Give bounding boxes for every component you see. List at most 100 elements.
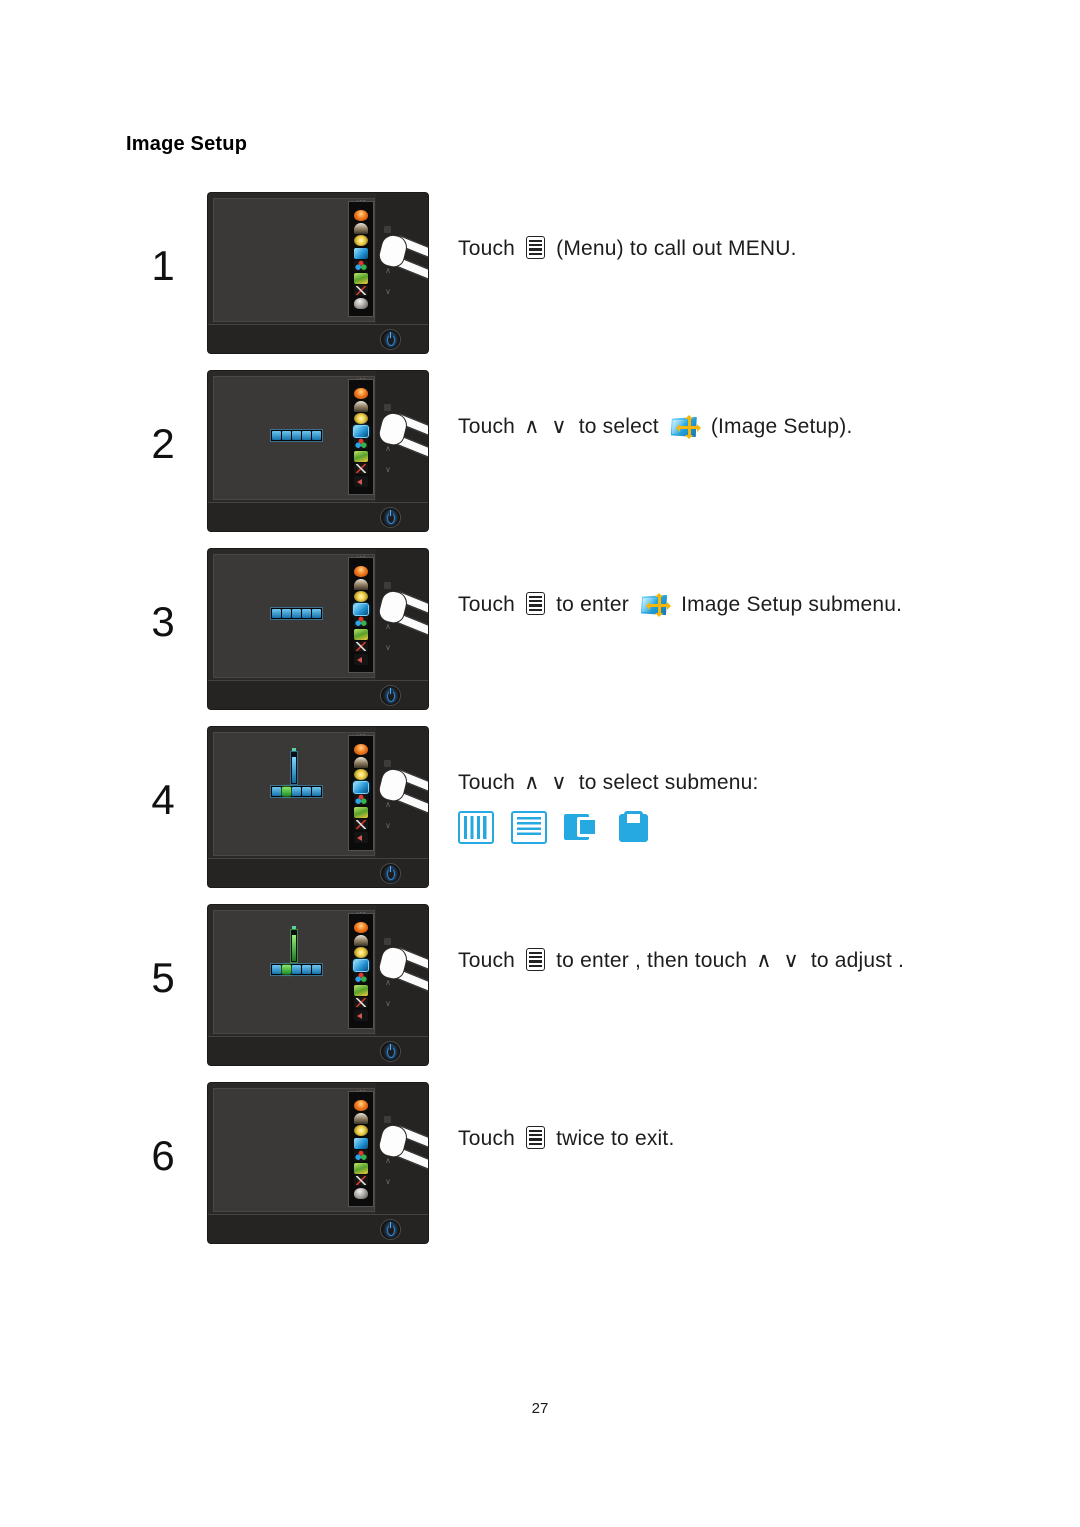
osd-submenu-row	[270, 785, 323, 798]
monitor-illustration: AOC	[208, 727, 428, 887]
osd-setup-icon	[354, 1162, 368, 1174]
luminance-icon	[354, 1100, 368, 1111]
up-touch-key[interactable]: ∧	[384, 267, 392, 275]
steps-list: 1 AOC ∧ ∨	[0, 193, 1080, 1261]
image-setup-icon	[353, 424, 369, 438]
step-text-before: Touch	[458, 237, 516, 260]
power-button[interactable]	[380, 1219, 401, 1240]
submenu-item	[312, 787, 321, 796]
exit-icon	[354, 297, 368, 309]
step-instruction: Touch ∧ ∨ to select submenu:	[458, 727, 759, 797]
slider-fill	[292, 935, 296, 961]
h-position-icon	[564, 811, 600, 844]
power-button[interactable]	[380, 507, 401, 528]
color-setup-icon	[354, 1112, 368, 1124]
extra-tools-icon	[354, 997, 368, 1008]
monitor-illustration: AOC ∧ ∨	[208, 1083, 428, 1243]
color-setup-icon	[354, 756, 368, 768]
up-touch-key[interactable]: ∧	[384, 979, 392, 987]
luminance-icon	[354, 744, 368, 755]
slider-cap	[292, 748, 296, 751]
submenu-item	[302, 609, 311, 618]
menu-touch-key[interactable]	[384, 226, 391, 233]
power-button[interactable]	[380, 863, 401, 884]
color-setup-icon	[354, 578, 368, 590]
step-instruction: Touch twice to exit.	[458, 1083, 674, 1153]
power-button[interactable]	[380, 1041, 401, 1062]
up-touch-key[interactable]: ∧	[384, 623, 392, 631]
menu-touch-key[interactable]	[384, 760, 391, 767]
down-touch-key[interactable]: ∨	[384, 288, 392, 296]
picture-boost-icon	[354, 1150, 368, 1161]
step-number: 2	[151, 420, 175, 467]
osd-vertical-menu	[348, 201, 374, 317]
monitor-illustration: AOC ∧ ∨	[208, 193, 428, 353]
submenu-item	[302, 965, 311, 974]
osd-vertical-menu	[348, 379, 374, 495]
menu-touch-key[interactable]	[384, 404, 391, 411]
step-text-after: to select submenu:	[578, 771, 759, 794]
osd-vertical-menu	[348, 557, 374, 673]
step-text-before: Touch	[458, 771, 516, 794]
power-button[interactable]	[380, 329, 401, 350]
up-touch-key[interactable]: ∧	[384, 801, 392, 809]
down-touch-key[interactable]: ∨	[384, 466, 392, 474]
power-button[interactable]	[380, 685, 401, 706]
down-touch-key[interactable]: ∨	[384, 644, 392, 652]
osd-value-slider	[290, 748, 298, 785]
submenu-item	[292, 609, 301, 618]
picture-boost-icon	[354, 794, 368, 805]
menu-icon	[526, 236, 546, 259]
menu-touch-key[interactable]	[384, 1116, 391, 1123]
step-text-middle: to enter	[556, 593, 629, 616]
brightness-icon	[354, 1125, 368, 1136]
exit-icon	[354, 1187, 368, 1199]
menu-icon	[526, 592, 546, 615]
step-instruction: Touch (Menu) to call out MENU.	[458, 193, 797, 263]
up-touch-key[interactable]: ∧	[384, 1157, 392, 1165]
menu-touch-key[interactable]	[384, 938, 391, 945]
image-setup-icon	[354, 247, 368, 259]
osd-vertical-menu	[348, 1091, 374, 1207]
step-text-after: to adjust .	[810, 949, 905, 972]
submenu-item	[312, 609, 321, 618]
luminance-icon	[354, 210, 368, 221]
down-touch-key[interactable]: ∨	[384, 1000, 392, 1008]
osd-value-slider	[290, 926, 298, 963]
step-row: 2 AOC	[0, 371, 1080, 549]
submenu-item	[302, 431, 311, 440]
submenu-item	[272, 787, 281, 796]
osd-setup-icon	[354, 984, 368, 996]
down-touch-key[interactable]: ∨	[384, 822, 392, 830]
down-touch-key[interactable]: ∨	[384, 1178, 392, 1186]
menu-touch-key[interactable]	[384, 582, 391, 589]
up-touch-key[interactable]: ∧	[384, 445, 392, 453]
step-text-before: Touch	[458, 949, 516, 972]
image-setup-icon	[354, 1137, 368, 1149]
brightness-icon	[354, 591, 368, 602]
exit-icon	[354, 1009, 368, 1021]
submenu-item	[272, 965, 281, 974]
color-setup-icon	[354, 934, 368, 946]
image-setup-icon	[353, 780, 369, 794]
step-row: 3 AOC	[0, 549, 1080, 727]
exit-icon	[354, 475, 368, 487]
up-down-arrows: ∧ ∨	[524, 415, 570, 438]
step-text-after: Image Setup submenu.	[681, 593, 903, 616]
submenu-item-selected	[282, 787, 291, 796]
submenu-item	[292, 787, 301, 796]
osd-setup-icon	[354, 450, 368, 462]
extra-tools-icon	[354, 1175, 368, 1186]
step-number: 4	[151, 776, 175, 823]
slider-cap	[292, 926, 296, 929]
brightness-icon	[354, 769, 368, 780]
extra-tools-icon	[354, 819, 368, 830]
submenu-item	[292, 965, 301, 974]
page-title: Image Setup	[126, 133, 248, 155]
step-text-after: (Image Setup).	[710, 415, 853, 438]
picture-boost-icon	[354, 972, 368, 983]
up-down-arrows: ∧ ∨	[524, 771, 570, 794]
color-setup-icon	[354, 222, 368, 234]
submenu-icon-row	[458, 811, 759, 845]
picture-boost-icon	[354, 260, 368, 271]
